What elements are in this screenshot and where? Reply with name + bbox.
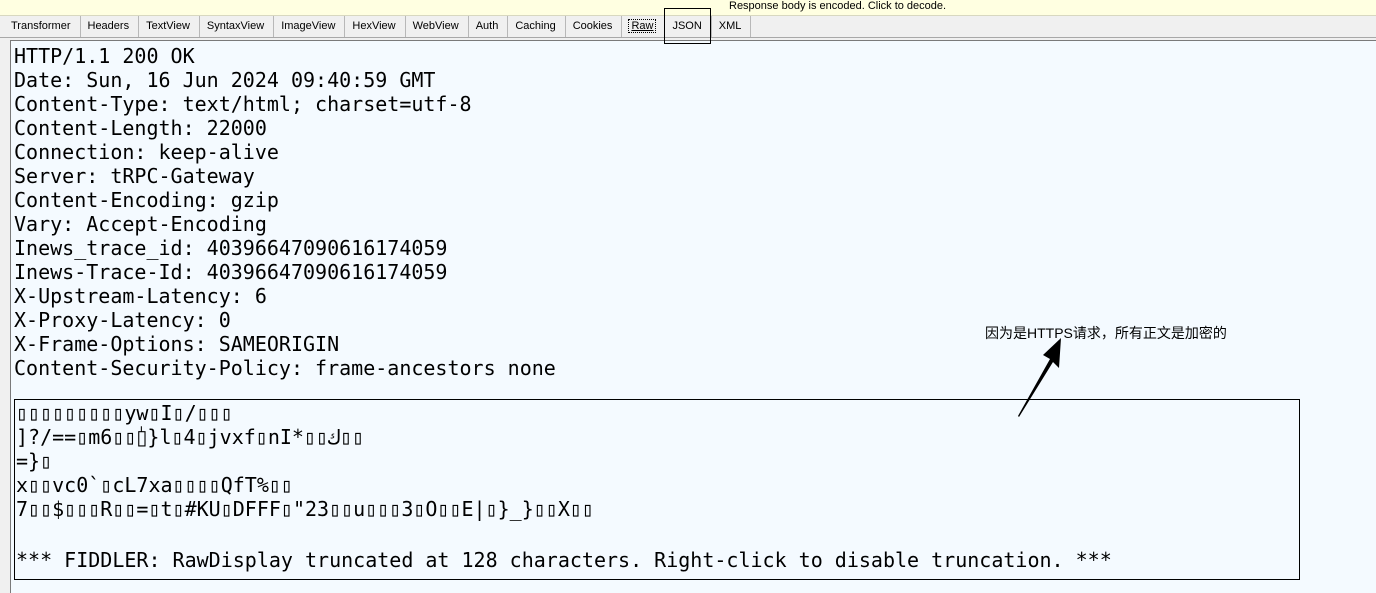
encrypted-body-box: ▯▯▯▯▯▯▯▯▯yw▯I▯/▯▯▯ ]?/==▯m6▯▯▯ٰ}l▯4▯jvxf…	[14, 399, 1300, 580]
tab-syntaxview[interactable]: SyntaxView	[200, 16, 275, 37]
tab-webview[interactable]: WebView	[406, 16, 469, 37]
raw-response-pane[interactable]: HTTP/1.1 200 OK Date: Sun, 16 Jun 2024 0…	[10, 40, 1376, 593]
header-date: Date: Sun, 16 Jun 2024 09:40:59 GMT	[14, 68, 436, 92]
annotation-arrow-icon	[1018, 338, 1061, 417]
truncation-note: *** FIDDLER: RawDisplay truncated at 128…	[16, 548, 1112, 572]
header-x-proxy-latency: X-Proxy-Latency: 0	[14, 308, 231, 332]
header-inews-trace-id-lower: Inews_trace_id: 40396647090616174059	[14, 236, 448, 260]
body-line: 7▯▯$▯▯▯R▯▯=▯t▯#KU▯DFFF▯"23▯▯u▯▯▯3▯O▯▯E|▯…	[16, 497, 594, 521]
tab-cookies[interactable]: Cookies	[566, 16, 623, 37]
decode-notice-text[interactable]: Response body is encoded. Click to decod…	[729, 0, 946, 13]
header-content-type: Content-Type: text/html; charset=utf-8	[14, 92, 472, 116]
body-line: ]?/==▯m6▯▯▯ٰ}l▯4▯jvxf▯nI*▯▯ك▯▯	[16, 425, 365, 449]
header-vary: Vary: Accept-Encoding	[14, 212, 267, 236]
fiddler-inspector: Response body is encoded. Click to decod…	[0, 0, 1376, 593]
tab-json[interactable]: JSON	[665, 16, 712, 37]
body-line: =}▯	[16, 449, 53, 473]
tab-textview[interactable]: TextView	[139, 16, 200, 37]
header-inews-trace-id: Inews-Trace-Id: 40396647090616174059	[14, 260, 448, 284]
header-x-frame-options: X-Frame-Options: SAMEORIGIN	[14, 332, 340, 356]
header-server: Server: tRPC-Gateway	[14, 164, 255, 188]
tab-caching[interactable]: Caching	[508, 16, 566, 37]
header-content-security-policy: Content-Security-Policy: frame-ancestors…	[14, 356, 556, 380]
tab-xml[interactable]: XML	[712, 16, 752, 37]
tab-imageview[interactable]: ImageView	[274, 16, 346, 37]
status-line: HTTP/1.1 200 OK	[14, 44, 195, 68]
response-headers: HTTP/1.1 200 OK Date: Sun, 16 Jun 2024 0…	[14, 44, 556, 380]
header-content-length: Content-Length: 22000	[14, 116, 267, 140]
tab-raw[interactable]: Raw	[622, 16, 666, 37]
header-x-upstream-latency: X-Upstream-Latency: 6	[14, 284, 267, 308]
tab-transformer[interactable]: Transformer	[4, 16, 81, 37]
tab-headers[interactable]: Headers	[81, 16, 140, 37]
decode-notice-bar[interactable]: Response body is encoded. Click to decod…	[0, 0, 1376, 16]
header-connection: Connection: keep-alive	[14, 140, 279, 164]
body-line: ▯▯▯▯▯▯▯▯▯yw▯I▯/▯▯▯	[16, 401, 233, 425]
tab-auth[interactable]: Auth	[469, 16, 509, 37]
tab-hexview[interactable]: HexView	[345, 16, 406, 37]
body-line: x▯▯vc0`▯cL7xa▯▯▯▯QfT%▯▯	[16, 473, 293, 497]
inspector-tab-bar: Transformer Headers TextView SyntaxView …	[0, 16, 1376, 38]
encrypted-body: ▯▯▯▯▯▯▯▯▯yw▯I▯/▯▯▯ ]?/==▯m6▯▯▯ٰ}l▯4▯jvxf…	[16, 401, 594, 521]
header-content-encoding: Content-Encoding: gzip	[14, 188, 279, 212]
